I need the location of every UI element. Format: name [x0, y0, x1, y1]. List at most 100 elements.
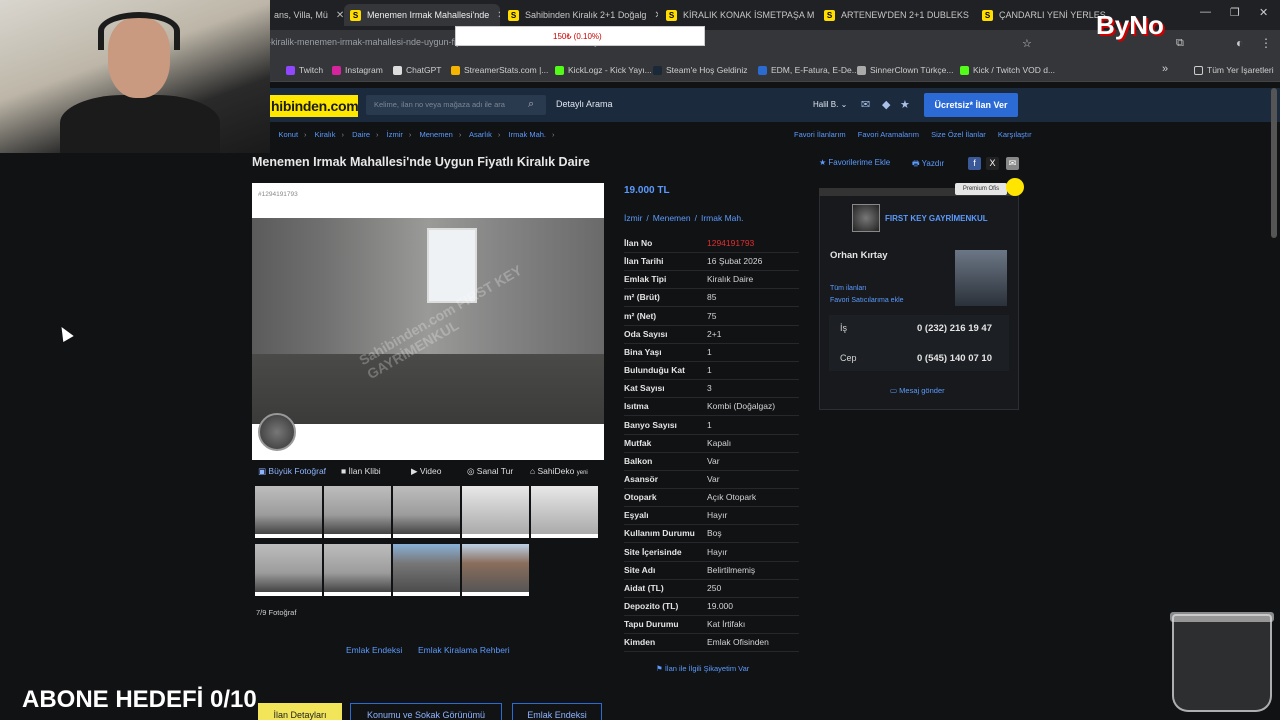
detail-row: Bina Yaşı 1: [624, 344, 799, 362]
detail-value: Kapalı: [707, 437, 732, 448]
star-icon[interactable]: ★: [900, 98, 910, 111]
location-district[interactable]: Menemen: [653, 213, 691, 223]
tab-1[interactable]: ans, Villa, Mü ✕: [268, 4, 350, 26]
print-link[interactable]: 🖶 Yazdır: [912, 158, 944, 172]
bookmark-steam[interactable]: Steam'e Hoş Geldiniz: [653, 65, 747, 75]
phone-work[interactable]: 0 (232) 216 19 47: [917, 323, 992, 334]
bookmark-twitch[interactable]: Twitch: [286, 65, 323, 75]
firm-name[interactable]: FIRST KEY GAYRİMENKUL: [885, 214, 988, 223]
tab-label: ans, Villa, Mü: [274, 10, 328, 20]
tab-2[interactable]: S Menemen Irmak Mahallesi'nde ✕: [344, 4, 500, 26]
add-favorite-seller-link[interactable]: Favori Satıcılarıma ekle: [830, 297, 904, 304]
complaint-link[interactable]: ⚑ İlan ile İlgili Şikayetim Var: [656, 664, 749, 673]
tab-5[interactable]: SARTENEW'DEN 2+1 DUBLEKS✕: [818, 4, 974, 26]
close-icon[interactable]: ✕: [336, 10, 344, 21]
bookmark-label: Tüm Yer İşaretleri: [1207, 65, 1274, 75]
compare-link[interactable]: Karşılaştır: [998, 130, 1032, 139]
tab-virtual-tour[interactable]: ◎ Sanal Tur: [467, 466, 513, 477]
all-listings-link[interactable]: Tüm ilanları: [830, 285, 867, 292]
bookmark-streamerstats[interactable]: StreamerStats.com |...: [451, 65, 548, 75]
x-icon[interactable]: X: [986, 157, 999, 170]
breadcrumb-item[interactable]: Menemen: [419, 130, 452, 139]
bookmark-kick-vod[interactable]: Kick / Twitch VOD d...: [960, 65, 1055, 75]
tab-6[interactable]: S ÇANDARLI YENİ YERLEŞİM BÖ: [976, 4, 1106, 26]
search-input[interactable]: Kelime, ilan no veya mağaza adı ile ara: [366, 95, 546, 115]
user-menu[interactable]: Halil B. ⌄: [813, 100, 847, 109]
close-icon[interactable]: ✕: [497, 10, 500, 21]
steam-icon: [653, 65, 662, 75]
thumbnail[interactable]: [462, 544, 529, 596]
phone-mobile[interactable]: 0 (545) 140 07 10: [917, 353, 992, 364]
thumbnail[interactable]: [393, 544, 460, 596]
bookmark-edm[interactable]: EDM, E-Fatura, E-De...: [758, 65, 859, 75]
listing-price: 19.000 TL: [624, 185, 670, 196]
tab-3[interactable]: S Sahibinden Kiralık 2+1 Doğalg ✕: [502, 4, 658, 26]
tab-sahideko[interactable]: ⌂ SahiDeko yeni: [530, 466, 588, 476]
tab-emlak-endeksi[interactable]: Emlak Endeksi: [512, 703, 602, 720]
mail-icon[interactable]: ✉: [861, 98, 870, 111]
breadcrumb-item[interactable]: Irmak Mah.: [509, 130, 547, 139]
scrollbar[interactable]: [1271, 88, 1277, 238]
rental-guide-link[interactable]: Emlak Kiralama Rehberi: [418, 645, 510, 655]
thumbnail[interactable]: [255, 486, 322, 538]
minimize-icon[interactable]: —: [1200, 6, 1211, 18]
tab-label: Büyük Fotoğraf: [268, 466, 327, 476]
breadcrumb-item[interactable]: İzmir: [387, 130, 403, 139]
send-message-link[interactable]: ▭ Mesaj gönder: [890, 386, 945, 395]
favorite-listings-link[interactable]: Favori İlanlarım: [794, 130, 846, 139]
webcam-feed: [0, 0, 270, 153]
bookmark-label: ChatGPT: [406, 65, 442, 75]
bookmark-instagram[interactable]: Instagram: [332, 65, 383, 75]
detail-value: Var: [707, 455, 720, 466]
thumbnail[interactable]: [324, 544, 391, 596]
detail-value: Kat İrtifakı: [707, 619, 746, 630]
search-icon[interactable]: ⌕: [528, 98, 534, 111]
tab-listing-clip[interactable]: ■ İlan Klibi: [341, 466, 381, 476]
tab-listing-details[interactable]: İlan Detayları: [258, 703, 342, 720]
window-close-icon[interactable]: ✕: [1259, 6, 1268, 19]
menu-icon[interactable]: ⋮: [1260, 36, 1272, 50]
thumbnail[interactable]: [462, 486, 529, 538]
detail-value: 1: [707, 365, 712, 376]
favorite-searches-link[interactable]: Favori Aramalarım: [858, 130, 919, 139]
bookmark-kicklogz[interactable]: KickLogz - Kick Yayı...: [555, 65, 652, 75]
breadcrumb-item[interactable]: Daire: [352, 130, 370, 139]
add-favorite-link[interactable]: ★ Favorilerime Ekle: [819, 158, 890, 167]
tab-big-photo[interactable]: ▣ Büyük Fotoğraf: [258, 466, 326, 477]
special-listings-link[interactable]: Size Özel İlanlar: [931, 130, 986, 139]
tab-4[interactable]: SKİRALIK KONAK İSMETPAŞA M✕: [660, 4, 816, 26]
profile-icon[interactable]: ◐: [1236, 36, 1243, 50]
location-neighborhood[interactable]: Irmak Mah.: [701, 213, 744, 223]
tab-location-street-view[interactable]: Konumu ve Sokak Görünümü: [350, 703, 502, 720]
breadcrumb-item[interactable]: Konut: [278, 130, 298, 139]
detail-key: Kat Sayısı: [624, 383, 665, 394]
more-bookmarks-icon[interactable]: »: [1162, 63, 1168, 75]
location-city[interactable]: İzmir: [624, 213, 642, 223]
thumbnail[interactable]: [393, 486, 460, 538]
facebook-icon[interactable]: f: [968, 157, 981, 170]
breadcrumb-item[interactable]: Kiralık: [315, 130, 336, 139]
emlak-endeksi-link[interactable]: Emlak Endeksi: [346, 645, 402, 655]
main-photo[interactable]: Sahibinden.com FIRST KEY GAYRİMENKUL: [252, 218, 604, 424]
detail-value: 75: [707, 310, 717, 321]
firm-logo[interactable]: [852, 204, 880, 232]
close-icon[interactable]: ✕: [654, 10, 658, 21]
breadcrumb-item[interactable]: Asarlık: [469, 130, 492, 139]
bookmark-chatgpt[interactable]: ChatGPT: [393, 65, 441, 75]
email-share-icon[interactable]: ✉: [1006, 157, 1019, 170]
detailed-search-link[interactable]: Detaylı Arama: [556, 99, 613, 109]
thumbnail[interactable]: [324, 486, 391, 538]
extensions-icon[interactable]: ⧉: [1176, 37, 1184, 50]
all-bookmarks[interactable]: Tüm Yer İşaretleri: [1194, 65, 1274, 75]
bookmark-star-icon[interactable]: ☆: [1022, 37, 1032, 50]
bell-icon[interactable]: ◆: [882, 98, 890, 111]
tab-video[interactable]: ▶ Video: [411, 466, 442, 477]
site-logo[interactable]: hibinden.com: [268, 95, 359, 117]
post-ad-button[interactable]: Ücretsiz* İlan Ver: [924, 93, 1018, 117]
maximize-icon[interactable]: ❐: [1230, 6, 1240, 19]
bookmark-sinnerclown[interactable]: SinnerClown Türkçe...: [857, 65, 953, 75]
thumbnail[interactable]: [255, 544, 322, 596]
thumbnail[interactable]: [531, 486, 598, 538]
bookmark-label: SinnerClown Türkçe...: [870, 65, 954, 75]
detail-key: Isıtma: [624, 401, 649, 412]
